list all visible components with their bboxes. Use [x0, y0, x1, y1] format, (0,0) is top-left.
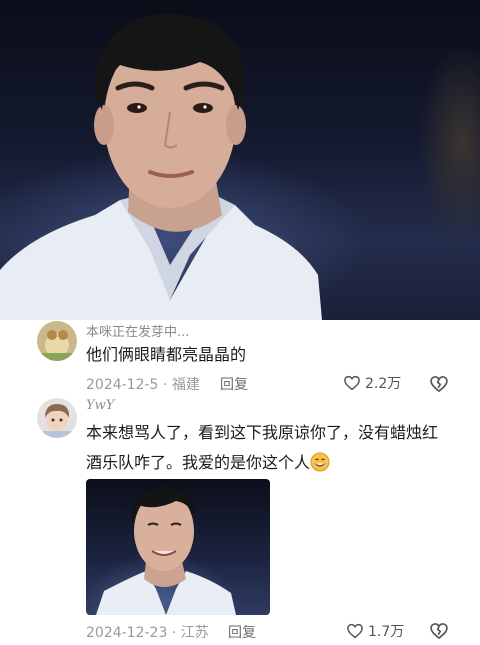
- reply-button[interactable]: 回复: [220, 374, 248, 394]
- like-count: 1.7万: [368, 624, 405, 640]
- broken-heart-icon: [430, 376, 448, 393]
- meta-separator: ·: [162, 377, 172, 393]
- comment-image[interactable]: [86, 479, 270, 615]
- comment-meta: 2024-12-5 · 福建: [86, 374, 200, 394]
- comment-text: 他们俩眼睛都亮晶晶的: [86, 345, 247, 364]
- avatar[interactable]: [37, 398, 77, 438]
- smiling-face-icon: [310, 452, 330, 472]
- like-count: 2.2万: [365, 376, 402, 392]
- comment-text-line: 酒乐队咋了。我爱的是你这个人: [86, 453, 311, 472]
- comment-date: 2024-12-5: [86, 377, 159, 393]
- comment-meta: 2024-12-23 · 江苏: [86, 622, 209, 642]
- broken-heart-icon: [430, 623, 448, 640]
- meta-separator: ·: [171, 625, 181, 641]
- person-thumbnail: [96, 487, 236, 615]
- comment-username[interactable]: 本咪正在发芽中...: [86, 321, 189, 340]
- person-illustration: [0, 14, 322, 320]
- like-button[interactable]: 2.2万: [343, 373, 401, 393]
- dislike-button[interactable]: [429, 374, 449, 394]
- comment-location: 江苏: [180, 625, 209, 641]
- comment-text-line-2: 酒乐队咋了。我爱的是你这个人: [86, 448, 466, 478]
- comment-text-line: 本来想骂人了，看到这下我原谅你了，没有蜡烛红: [86, 423, 439, 442]
- comment-location: 福建: [171, 377, 200, 393]
- like-button[interactable]: 1.7万: [346, 621, 404, 641]
- hero-image[interactable]: [0, 0, 480, 320]
- avatar[interactable]: [37, 321, 77, 361]
- dislike-button[interactable]: [429, 621, 449, 641]
- comment-date: 2024-12-23: [86, 625, 168, 641]
- reply-button[interactable]: 回复: [228, 622, 256, 642]
- heart-outline-icon: [347, 623, 363, 639]
- comment-text: 本来想骂人了，看到这下我原谅你了，没有蜡烛红 酒乐队咋了。我爱的是你这个人: [86, 418, 466, 478]
- heart-outline-icon: [344, 375, 360, 391]
- comment-username[interactable]: YwY: [86, 398, 114, 413]
